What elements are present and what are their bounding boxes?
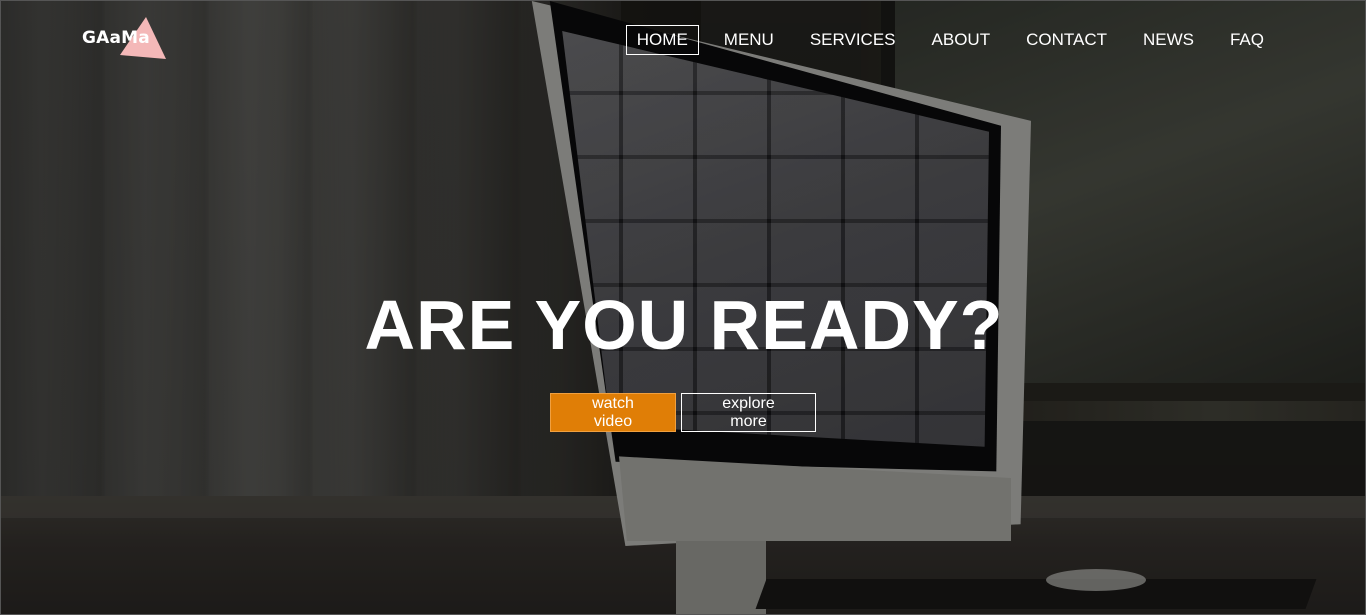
hero-actions: watch video explore more: [1, 393, 1365, 432]
nav-item-about: ABOUT: [907, 25, 1002, 55]
nav-item-contact: CONTACT: [1001, 25, 1118, 55]
brand-logo[interactable]: GAaMa: [82, 15, 172, 61]
watch-video-button[interactable]: watch video: [550, 393, 676, 432]
nav-link-services[interactable]: SERVICES: [799, 25, 907, 55]
nav-item-news: NEWS: [1118, 25, 1205, 55]
nav-link-contact[interactable]: CONTACT: [1015, 25, 1118, 55]
nav-link-faq[interactable]: FAQ: [1219, 25, 1275, 55]
explore-more-button[interactable]: explore more: [681, 393, 816, 432]
nav-item-faq: FAQ: [1205, 25, 1275, 55]
nav-link-home[interactable]: HOME: [625, 25, 699, 55]
brand-name: GAaMa: [82, 28, 150, 48]
navbar: GAaMa HOME MENU SERVICES ABOUT CONTACT N…: [1, 1, 1365, 77]
hero-headline: ARE YOU READY?: [364, 286, 1004, 364]
nav-link-menu[interactable]: MENU: [713, 25, 785, 55]
nav-item-services: SERVICES: [785, 25, 907, 55]
nav-item-menu: MENU: [699, 25, 785, 55]
nav-link-news[interactable]: NEWS: [1132, 25, 1205, 55]
main-nav: HOME MENU SERVICES ABOUT CONTACT NEWS FA…: [612, 25, 1275, 55]
nav-item-home: HOME: [612, 25, 699, 55]
nav-link-about[interactable]: ABOUT: [921, 25, 1002, 55]
hero-section: GAaMa HOME MENU SERVICES ABOUT CONTACT N…: [0, 0, 1366, 615]
